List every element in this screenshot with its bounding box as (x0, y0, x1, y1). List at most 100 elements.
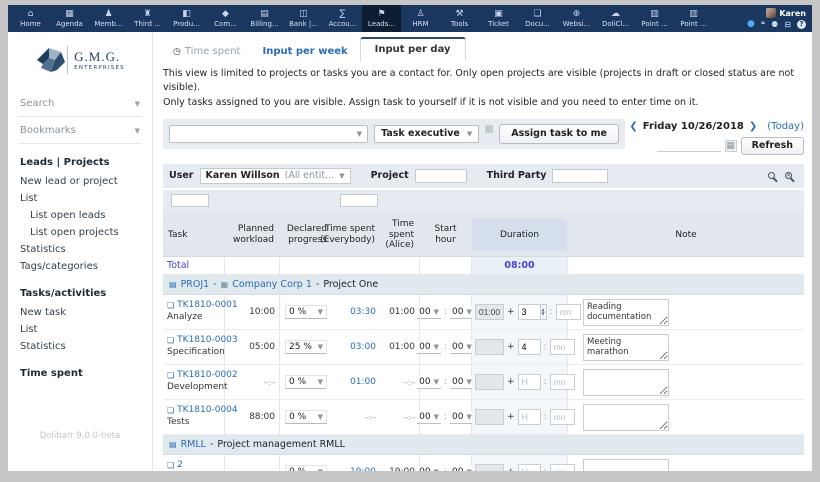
help-icon[interactable]: ? (797, 20, 806, 29)
sidebar-item-new-lead-or-project[interactable]: New lead or project (20, 173, 140, 190)
progress-select[interactable]: 0 %▼ (285, 305, 327, 319)
menu-item-products[interactable]: ◧Produ... (167, 5, 206, 32)
sidebar-search-toggle[interactable]: Search▼ (18, 90, 142, 117)
note-textarea[interactable] (583, 459, 669, 471)
duration-already-input[interactable] (475, 304, 504, 320)
clear-search-icon[interactable] (785, 172, 792, 179)
menu-item-pos2[interactable]: ▥Point ... (674, 5, 713, 32)
sidebar-section-time-spent[interactable]: Time spent (20, 368, 140, 379)
sidebar-item-task-list[interactable]: List (20, 321, 140, 338)
duration-hours-input[interactable] (518, 409, 541, 425)
menu-item-hrm[interactable]: ♙HRM (401, 5, 440, 32)
start-hour-select[interactable]: 00▼ (417, 411, 441, 424)
refresh-button[interactable]: Refresh (741, 137, 804, 155)
start-minute-select[interactable]: 00▼ (450, 376, 474, 389)
menu-item-bank[interactable]: ◫Bank |... (284, 5, 323, 32)
sidebar-item-list[interactable]: List (20, 190, 140, 207)
duration-hours-input[interactable] (518, 374, 541, 390)
start-hour-select[interactable]: 00▼ (417, 306, 441, 319)
note-textarea[interactable]: Reading documentation (583, 299, 669, 326)
notification-dot-icon[interactable]: ● (747, 20, 755, 29)
duration-hours-input[interactable] (518, 464, 541, 471)
timespent-search-input[interactable] (340, 194, 378, 207)
start-hour-select[interactable]: 00▼ (417, 341, 441, 354)
number-spinner-icon[interactable]: ▲▼ (541, 304, 547, 320)
duration-already-input[interactable] (475, 409, 504, 425)
date-input[interactable] (657, 139, 721, 152)
menu-item-accountancy[interactable]: ∑Accou... (323, 5, 362, 32)
menu-item-pos[interactable]: ▥Point ... (635, 5, 674, 32)
print-icon[interactable]: ⊟ (784, 20, 791, 29)
sidebar-item-list-open-leads[interactable]: List open leads (20, 207, 140, 224)
task-ref-link[interactable]: 2 (177, 460, 183, 471)
search-icon[interactable] (768, 172, 775, 179)
time-spent-everybody-link[interactable]: 03:00 (350, 342, 376, 352)
accountancy-icon: ∑ (339, 10, 345, 19)
menu-item-ticket[interactable]: ▣Ticket (479, 5, 518, 32)
sidebar-item-new-task[interactable]: New task (20, 304, 140, 321)
sidebar-item-task-statistics[interactable]: Statistics (20, 338, 140, 355)
task-label: Tests (167, 417, 189, 429)
start-hour-select[interactable]: 00▼ (417, 466, 441, 471)
user-name: Karen (779, 9, 806, 18)
today-link[interactable]: (Today) (767, 121, 804, 132)
note-textarea[interactable] (583, 369, 669, 396)
start-minute-select[interactable]: 00▼ (450, 411, 474, 424)
project-ref-link[interactable]: RMLL (181, 439, 206, 450)
previous-day-icon[interactable]: ❮ (629, 121, 637, 132)
sidebar-item-tags-categories[interactable]: Tags/categories (20, 258, 140, 275)
menu-item-home[interactable]: ⌂Home (11, 5, 50, 32)
sidebar-bookmarks-toggle[interactable]: Bookmarks▼ (18, 117, 142, 144)
progress-select[interactable]: 0 %▼ (285, 410, 327, 424)
start-hour-select[interactable]: 00▼ (417, 376, 441, 389)
menu-item-billing[interactable]: ▤Billing... (245, 5, 284, 32)
tab-input-per-week[interactable]: Input per week (250, 42, 359, 61)
project-filter-input[interactable] (415, 169, 467, 183)
menu-item-documents[interactable]: ❏Docu... (518, 5, 557, 32)
time-spent-everybody-link[interactable]: 03:30 (350, 307, 376, 317)
menu-item-third-parties[interactable]: ♜Third ... (128, 5, 167, 32)
time-spent-everybody-link[interactable]: 19:00 (350, 467, 376, 471)
menu-item-leads-projects[interactable]: ⚑Leads... (362, 5, 401, 32)
user-select[interactable]: Karen Willson (All entit... ▼ (200, 168, 351, 184)
start-minute-select[interactable]: 00▼ (450, 341, 474, 354)
task-combobox[interactable]: ▼ (169, 125, 368, 143)
duration-already-input[interactable] (475, 374, 504, 390)
next-day-icon[interactable]: ❯ (749, 121, 757, 132)
menu-item-tools[interactable]: ⚒Tools (440, 5, 479, 32)
menu-item-members[interactable]: ♟Memb... (89, 5, 128, 32)
user-menu[interactable]: Karen (766, 8, 806, 18)
progress-select[interactable]: 0 %▼ (285, 375, 327, 389)
calendar-icon[interactable]: ▦ (725, 140, 737, 152)
role-select[interactable]: Task executive ▼ (374, 125, 479, 143)
project-ref-link[interactable]: PROJ1 (181, 279, 210, 290)
task-search-input[interactable] (171, 194, 209, 207)
task-row: ❏2 Heberger site RMLL --:-- 0 %▼ 19:00 1… (163, 455, 804, 471)
assign-task-to-me-button[interactable]: Assign task to me (499, 124, 619, 144)
start-minute-select[interactable]: 00▼ (450, 466, 474, 471)
menu-item-website[interactable]: ⊕Websi... (557, 5, 596, 32)
duration-hours-input[interactable] (518, 304, 541, 320)
thirdparty-filter-input[interactable] (552, 169, 608, 183)
chevron-down-icon: ▼ (318, 343, 323, 351)
tools-icon: ⚒ (455, 10, 463, 19)
start-minute-select[interactable]: 00▼ (450, 306, 474, 319)
duration-hours-input[interactable] (518, 339, 541, 355)
menu-item-dolicloud[interactable]: ☁DoliCl... (596, 5, 635, 32)
progress-select[interactable]: 0 %▼ (285, 465, 327, 471)
chat-icon[interactable]: ❝ (761, 20, 765, 29)
duration-already-input[interactable] (475, 464, 504, 471)
note-textarea[interactable]: Meeting marathon (583, 334, 669, 361)
duration-already-input[interactable] (475, 339, 504, 355)
logo-title: G.M.G. (74, 49, 125, 65)
bug-icon[interactable]: ⚉ (771, 20, 778, 29)
sidebar-item-list-open-projects[interactable]: List open projects (20, 224, 140, 241)
sidebar-item-statistics[interactable]: Statistics (20, 241, 140, 258)
note-textarea[interactable] (583, 404, 669, 431)
progress-select[interactable]: 25 %▼ (285, 340, 327, 354)
menu-item-agenda[interactable]: ▦Agenda (50, 5, 89, 32)
time-spent-everybody-link[interactable]: 01:00 (350, 377, 376, 387)
menu-item-commerce[interactable]: ◆Com... (206, 5, 245, 32)
company-link[interactable]: Company Corp 1 (232, 279, 312, 290)
tab-input-per-day[interactable]: Input per day (360, 37, 466, 61)
